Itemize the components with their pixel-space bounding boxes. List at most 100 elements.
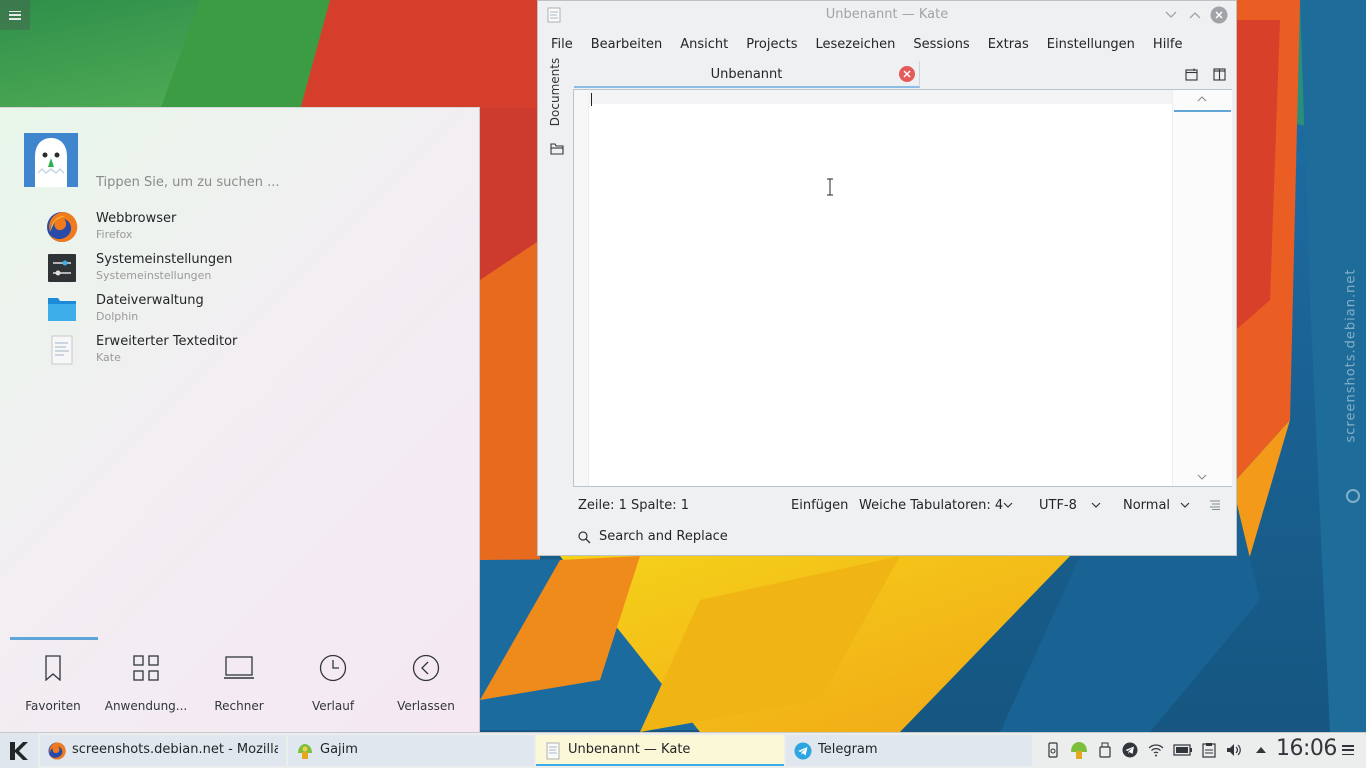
folder-icon — [48, 298, 76, 321]
maximize-button[interactable] — [1186, 6, 1204, 24]
text-editor-area[interactable] — [573, 89, 1232, 487]
kate-window: Unbenannt — Kate File Bearbeiten Ansicht… — [537, 0, 1237, 556]
chevron-up-icon[interactable] — [1197, 96, 1207, 102]
tab-label: Verlassen — [397, 699, 455, 713]
text-editor-icon — [51, 335, 73, 365]
phone-connect-icon[interactable] — [1045, 742, 1061, 758]
menu-ansicht[interactable]: Ansicht — [671, 33, 737, 57]
computer-icon — [224, 656, 254, 679]
menu-sessions[interactable]: Sessions — [904, 33, 978, 57]
favorite-subtitle: Systemeinstellungen — [96, 269, 212, 282]
favorite-name: Systemeinstellungen — [96, 252, 233, 267]
side-panel: Documents — [538, 58, 572, 491]
tab-favoriten[interactable]: Favoriten — [8, 654, 98, 714]
menu-bar: File Bearbeiten Ansicht Projects Lesezei… — [542, 33, 1192, 57]
active-tab-indicator — [10, 637, 98, 640]
application-launcher-button[interactable] — [0, 733, 38, 768]
tab-label: Verlauf — [311, 699, 355, 713]
tab-close-button[interactable] — [899, 66, 915, 82]
launcher-search-input[interactable] — [96, 172, 456, 192]
minimize-button[interactable] — [1162, 6, 1180, 24]
battery-icon[interactable] — [1173, 742, 1193, 758]
favorite-item-webbrowser[interactable]: Webbrowser Firefox — [40, 209, 460, 249]
tab-verlauf[interactable]: Verlauf — [288, 654, 378, 714]
window-titlebar[interactable]: Unbenannt — Kate — [538, 1, 1236, 29]
favorite-subtitle: Firefox — [96, 228, 133, 241]
menu-extras[interactable]: Extras — [979, 33, 1038, 57]
firefox-icon — [47, 211, 78, 242]
tab-label: Rechner — [214, 699, 264, 713]
clock-icon — [319, 654, 347, 682]
search-icon — [578, 531, 591, 544]
favorite-subtitle: Dolphin — [96, 310, 139, 323]
input-mode[interactable]: Einfügen — [791, 498, 848, 513]
chevron-down-icon[interactable] — [1180, 501, 1190, 509]
watermark-logo-icon — [1346, 489, 1360, 503]
favorite-item-systemeinstellungen[interactable]: Systemeinstellungen Systemeinstellungen — [40, 250, 460, 290]
favorite-name: Erweiterter Texteditor — [96, 334, 238, 349]
usb-device-icon[interactable] — [1097, 742, 1113, 758]
indentation-setting[interactable]: Weiche Tabulatoren: 4 — [859, 498, 1003, 513]
menu-einstellungen[interactable]: Einstellungen — [1038, 33, 1144, 57]
folder-icon[interactable] — [550, 143, 564, 155]
digital-clock[interactable]: 16:06 — [1276, 736, 1337, 761]
wifi-icon[interactable] — [1148, 742, 1164, 758]
tab-label: Anwendung... — [104, 699, 188, 713]
menu-hilfe[interactable]: Hilfe — [1144, 33, 1192, 57]
desktop-toolbox-button[interactable] — [0, 0, 30, 30]
task-gajim[interactable]: Gajim — [288, 735, 534, 766]
clipboard-icon[interactable] — [1201, 742, 1217, 758]
encoding-setting[interactable]: UTF-8 — [1039, 498, 1077, 513]
chevron-down-icon[interactable] — [1197, 474, 1207, 480]
tab-unbenannt[interactable]: Unbenannt — [574, 61, 920, 88]
current-line-highlight — [588, 90, 1172, 104]
close-button[interactable] — [1210, 6, 1228, 24]
tray-expand-icon[interactable] — [1253, 742, 1269, 758]
bookmark-icon — [45, 655, 61, 681]
documents-side-tab[interactable]: Documents — [548, 55, 562, 129]
tab-rechner[interactable]: Rechner — [194, 654, 284, 714]
menu-bearbeiten[interactable]: Bearbeiten — [582, 33, 671, 57]
close-icon — [903, 70, 911, 78]
telegram-tray-icon[interactable] — [1122, 742, 1138, 758]
chevron-down-icon[interactable] — [1003, 501, 1013, 509]
cursor-position[interactable]: Zeile: 1 Spalte: 1 — [578, 498, 689, 513]
user-avatar[interactable] — [24, 133, 78, 187]
task-label: Unbenannt — Kate — [568, 742, 691, 757]
favorite-item-kate[interactable]: Erweiterter Texteditor Kate — [40, 332, 460, 372]
panel-options-button[interactable] — [1342, 745, 1354, 755]
split-view-button[interactable] — [1211, 66, 1227, 82]
task-label: screenshots.debian.net - Mozilla ... — [72, 742, 278, 757]
gajim-tray-icon[interactable] — [1069, 740, 1089, 760]
task-telegram[interactable]: Telegram — [786, 735, 1032, 766]
kde-logo-icon — [10, 741, 28, 760]
task-label: Telegram — [818, 742, 878, 757]
chevron-down-icon — [1165, 11, 1177, 18]
search-and-replace-label: Search and Replace — [599, 529, 728, 544]
volume-icon[interactable] — [1226, 742, 1242, 758]
text-align-icon[interactable] — [1209, 500, 1221, 510]
taskbar: screenshots.debian.net - Mozilla ... Gaj… — [0, 732, 1366, 768]
favorite-item-dateiverwaltung[interactable]: Dateiverwaltung Dolphin — [40, 291, 460, 331]
task-firefox[interactable]: screenshots.debian.net - Mozilla ... — [40, 735, 286, 766]
tab-anwendungen[interactable]: Anwendung... — [101, 654, 191, 714]
grid-icon — [133, 655, 159, 681]
chevron-down-icon[interactable] — [1091, 501, 1101, 509]
minimap-scrollbar[interactable] — [1172, 90, 1232, 486]
watermark-text: screenshots.debian.net — [1343, 268, 1359, 443]
minimap-viewport[interactable] — [1174, 110, 1231, 112]
menu-file[interactable]: File — [542, 33, 582, 57]
menu-lesezeichen[interactable]: Lesezeichen — [806, 33, 904, 57]
gajim-icon — [298, 744, 312, 759]
new-document-button[interactable] — [1183, 66, 1199, 82]
syntax-mode[interactable]: Normal — [1123, 498, 1170, 513]
status-bar: Zeile: 1 Spalte: 1 Einfügen Weiche Tabul… — [538, 491, 1236, 521]
editor-gutter[interactable] — [574, 90, 589, 486]
tab-label: Unbenannt — [710, 67, 783, 82]
leave-icon — [412, 654, 440, 682]
menu-projects[interactable]: Projects — [737, 33, 806, 57]
tab-verlassen[interactable]: Verlassen — [381, 654, 471, 714]
task-kate[interactable]: Unbenannt — Kate — [536, 735, 784, 766]
hamburger-icon — [9, 10, 21, 20]
close-icon — [1210, 6, 1228, 24]
